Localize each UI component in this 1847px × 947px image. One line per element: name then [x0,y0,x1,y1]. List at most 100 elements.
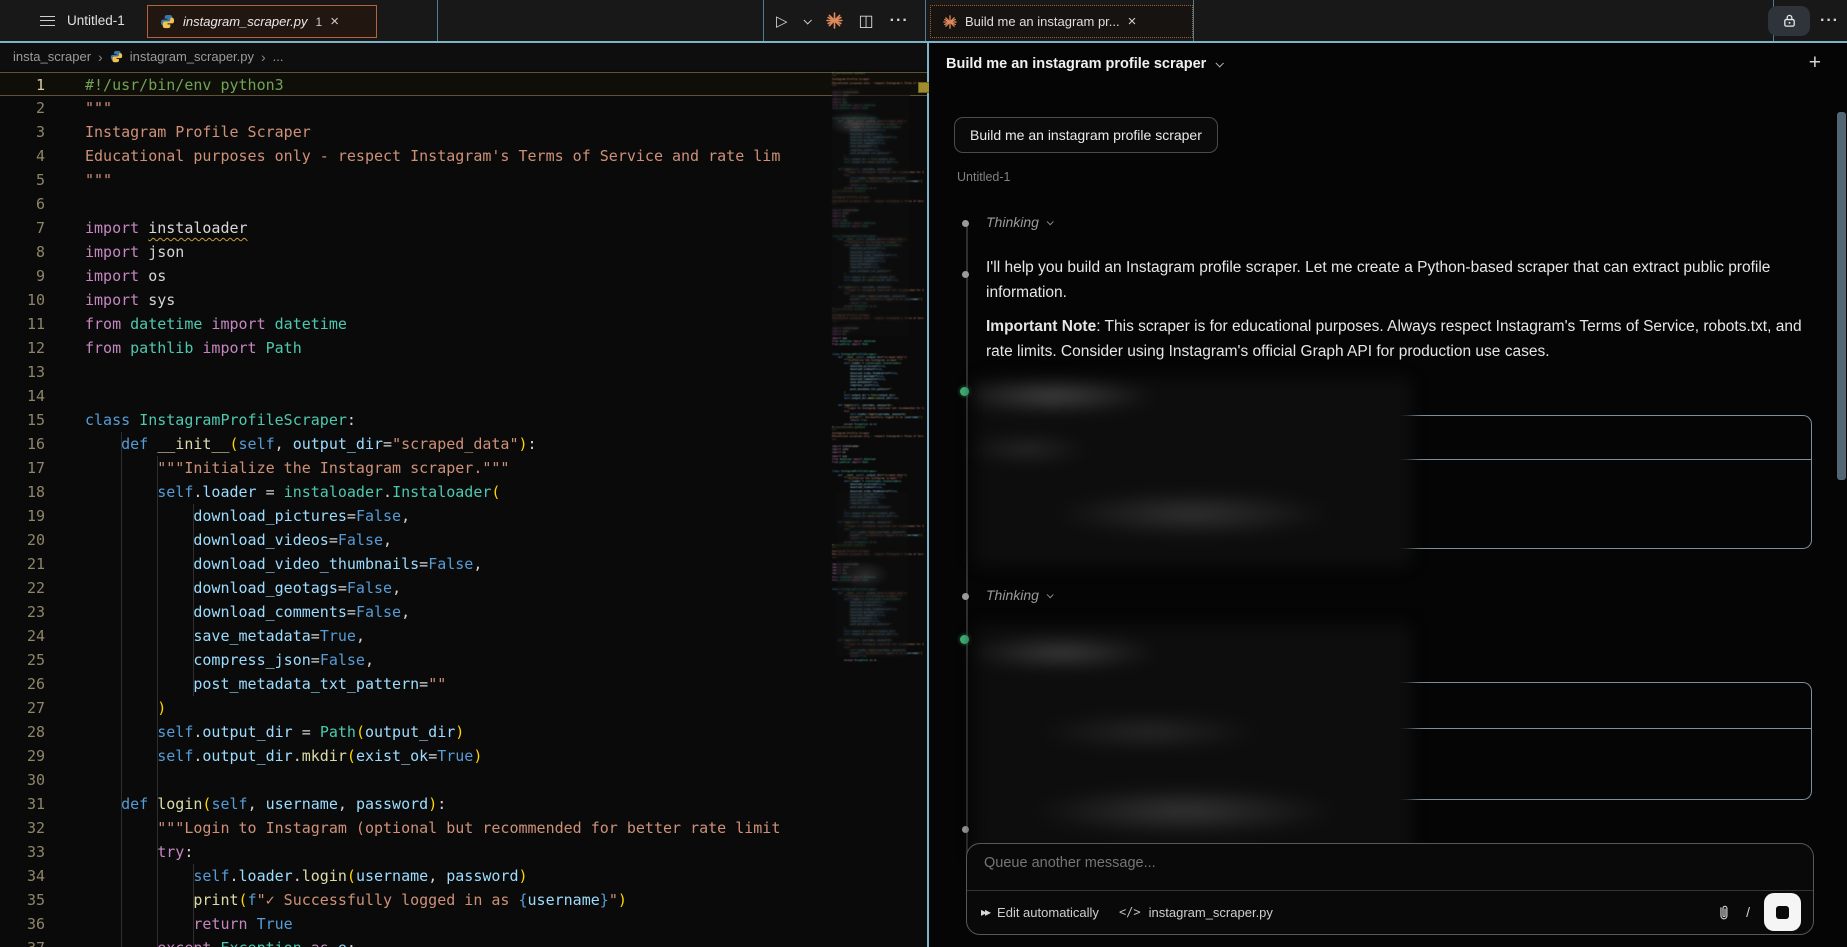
code-token: def [121,795,157,813]
code-line[interactable]: 10import sys [0,288,928,312]
code-line[interactable]: 14 [0,384,928,408]
code-line[interactable]: 4Educational purposes only - respect Ins… [0,144,928,168]
code-token: login [302,867,347,885]
thinking-section-2[interactable]: Thinking [986,587,1052,603]
line-number: 3 [0,120,45,144]
code-line[interactable]: 31 def login(self, username, password): [0,792,928,816]
more-actions-icon[interactable]: ··· [890,12,909,30]
tab-label: instagram_scraper.py [183,14,308,29]
chevron-down-icon[interactable] [1216,59,1224,67]
code-line[interactable]: 12from pathlib import Path [0,336,928,360]
tab-chat-session[interactable]: Build me an instagram pr... × [930,5,1193,38]
lock-button[interactable] [1768,6,1810,36]
breadcrumb-folder[interactable]: insta_scraper [13,49,91,64]
code-line[interactable]: 36 return True [0,912,928,936]
code-line[interactable]: 13 [0,360,928,384]
timeline-dot [962,826,969,833]
code-line[interactable]: 32 """Login to Instagram (optional but r… [0,816,928,840]
code-token: ( [491,483,500,501]
code-line[interactable]: 30 [0,768,928,792]
code-line[interactable]: 1#!/usr/bin/env python3 [0,72,928,96]
tab-close-icon[interactable]: × [1128,14,1137,29]
code-token: : [437,795,446,813]
code-line[interactable]: 34 self.loader.login(username, password) [0,864,928,888]
code-token: compress_json [193,651,310,669]
code-token: ( [900,362,902,365]
code-line[interactable]: 7import instaloader [0,216,928,240]
code-line[interactable]: 21 download_video_thumbnails=False, [0,552,928,576]
layout-menu-icon[interactable] [40,16,55,26]
code-token: True [437,747,473,765]
slash-command-icon[interactable]: / [1746,904,1750,920]
code-line[interactable]: 35 print(f"✓ Successfully logged in as {… [0,888,928,912]
code-line[interactable]: 8import json [0,240,928,264]
context-file-chip[interactable]: instagram_scraper.py [1149,905,1273,920]
code-line[interactable]: 20 download_videos=False, [0,528,928,552]
code-token: False [320,651,365,669]
code-token: username [356,867,428,885]
code-token: self [211,795,247,813]
line-number: 32 [0,816,45,840]
breadcrumb-symbol[interactable]: ... [273,49,284,64]
new-chat-button[interactable]: + [1809,51,1821,75]
run-button[interactable]: ▷ [776,12,788,30]
attach-paperclip-icon[interactable] [1715,904,1732,921]
code-line[interactable]: 25 compress_json=False, [0,648,928,672]
ai-starburst-icon[interactable] [826,12,843,29]
code-line[interactable]: 33 try: [0,840,928,864]
code-line[interactable]: 37 except Exception as e: [0,936,928,947]
line-number: 15 [0,408,45,432]
breadcrumb[interactable]: insta_scraper › instagram_scraper.py › .… [0,43,928,70]
window-more-icon[interactable]: ··· [1820,12,1839,30]
code-line[interactable]: 2""" [0,96,928,120]
chat-scrollbar-thumb[interactable] [1837,112,1846,480]
breadcrumb-file[interactable]: instagram_scraper.py [130,49,254,64]
code-line[interactable]: 18 self.loader = instaloader.Instaloader… [0,480,928,504]
line-number: 19 [0,504,45,528]
chevron-down-icon[interactable] [1047,591,1054,598]
split-editor-icon[interactable]: ◫ [859,11,874,31]
code-token: Path [862,343,868,346]
context-reference[interactable]: Untitled-1 [957,170,1011,184]
code-token: download_videos [193,531,328,549]
minimap[interactable]: #!/usr/bin/env python3"""Instagram Profi… [832,72,924,666]
code-token [85,891,193,909]
chat-input[interactable] [984,855,1584,871]
code-line[interactable]: 9import os [0,264,928,288]
code-line[interactable]: 23 download_comments=False, [0,600,928,624]
assistant-message: I'll help you build an Instagram profile… [986,255,1812,364]
code-line[interactable]: 15class InstagramProfileScraper: [0,408,928,432]
code-line[interactable]: 29 self.output_dir.mkdir(exist_ok=True) [0,744,928,768]
code-content[interactable]: 1#!/usr/bin/env python32"""3Instagram Pr… [0,72,928,947]
code-editor[interactable]: 1#!/usr/bin/env python32"""3Instagram Pr… [0,70,928,947]
code-line[interactable]: 5""" [0,168,928,192]
edit-mode-selector[interactable]: Edit automatically [997,905,1099,920]
code-line[interactable]: 17 """Initialize the Instagram scraper."… [0,456,928,480]
code-token: = [428,747,437,765]
code-line[interactable]: 3Instagram Profile Scraper [0,120,928,144]
code-line[interactable]: 22 download_geotags=False, [0,576,928,600]
stop-button[interactable] [1764,893,1801,931]
code-line[interactable]: 28 self.output_dir = Path(output_dir) [0,720,928,744]
chevron-down-icon[interactable] [1047,218,1054,225]
code-token [832,397,844,400]
code-token: ) [519,867,528,885]
run-dropdown-icon[interactable] [803,16,811,24]
code-token: "" [428,675,446,693]
code-token: import [85,291,148,309]
code-line[interactable]: 27 ) [0,696,928,720]
code-line[interactable]: 6 [0,192,928,216]
thinking-section-1[interactable]: Thinking [986,214,1052,230]
chat-session-header[interactable]: Build me an instagram profile scraper [946,56,1222,72]
code-line[interactable]: 24 save_metadata=True, [0,624,928,648]
code-line[interactable]: 26 post_metadata_txt_pattern="" [0,672,928,696]
code-line[interactable]: 11from datetime import datetime [0,312,928,336]
code-line[interactable]: 19 download_pictures=False, [0,504,928,528]
code-line[interactable]: 16 def __init__(self, output_dir="scrape… [0,432,928,456]
tab-close-icon[interactable]: × [330,14,339,29]
menu-group[interactable]: Untitled-1 [40,0,125,41]
code-token [85,867,193,885]
code-token: __init__ [157,435,229,453]
tab-instagram-scraper[interactable]: instagram_scraper.py 1 × [147,5,377,38]
line-number: 12 [0,336,45,360]
